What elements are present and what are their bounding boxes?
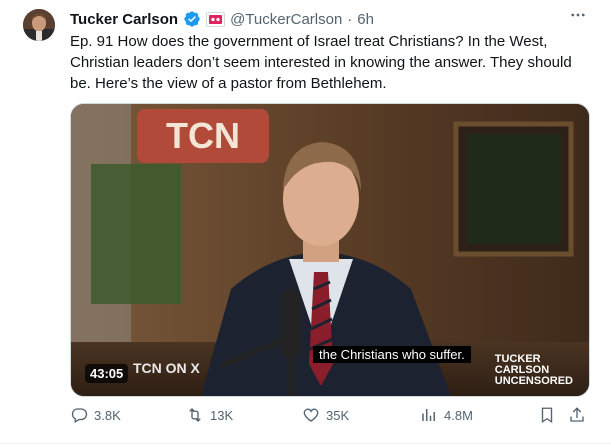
tweet[interactable]: Tucker Carlson @TuckerCarlson · 6h Ep. 9… [0,0,611,448]
timestamp[interactable]: 6h [357,11,374,28]
like-button[interactable]: 35K [302,406,349,424]
bookmark-button[interactable] [538,406,556,424]
tweet-header: Tucker Carlson @TuckerCarlson · 6h [70,9,374,29]
more-options-icon[interactable] [569,6,587,29]
show-logo-line: UNCENSORED [494,375,573,387]
tcn-on-x-watermark: TCN ON X [133,360,200,376]
video-duration: 43:05 [85,364,129,383]
bookmark-icon [541,407,553,424]
reply-count: 3.8K [94,407,121,423]
tweet-text: Ep. 91 How does the government of Israel… [70,33,572,92]
author-handle[interactable]: @TuckerCarlson [230,11,342,28]
share-button[interactable] [568,406,586,424]
repost-button[interactable]: 13K [186,406,233,424]
video-player[interactable]: TCN the Christians who suffer. 43:05 TCN… [70,103,590,397]
action-bar: 3.8K 13K 35K 4.8M [70,406,590,428]
views-count: 4.8M [444,407,473,423]
reply-icon [71,408,88,423]
repost-icon [189,408,201,422]
show-logo-watermark: TUCKER CARLSON UNCENSORED [495,354,573,387]
repost-count: 13K [210,407,234,423]
views-button[interactable]: 4.8M [420,406,473,424]
author-name[interactable]: Tucker Carlson [70,11,178,28]
verified-badge-icon [183,10,201,28]
share-icon [570,407,584,422]
avatar-image [23,9,55,41]
views-icon [422,409,435,421]
tcn-sign-text: TCN [166,115,240,156]
avatar[interactable] [23,9,55,41]
tweet-divider [0,443,611,444]
like-count: 35K [326,407,350,423]
reply-button[interactable]: 3.8K [70,406,121,424]
separator-dot: · [347,10,353,28]
heart-icon [303,408,319,422]
affiliate-badge-icon[interactable] [206,11,226,27]
video-caption: the Christians who suffer. [313,346,471,363]
